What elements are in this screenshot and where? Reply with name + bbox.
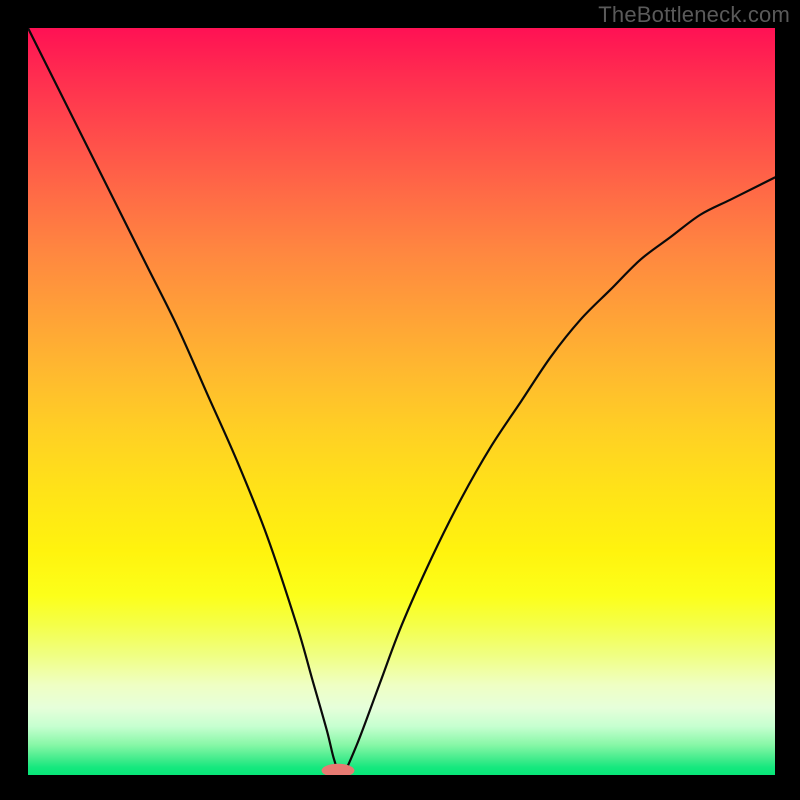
- chart-frame: TheBottleneck.com: [0, 0, 800, 800]
- optimum-marker: [322, 764, 355, 775]
- bottleneck-curve: [28, 28, 775, 775]
- plot-area: [28, 28, 775, 775]
- watermark-text: TheBottleneck.com: [598, 2, 790, 28]
- bottleneck-curve-svg: [28, 28, 775, 775]
